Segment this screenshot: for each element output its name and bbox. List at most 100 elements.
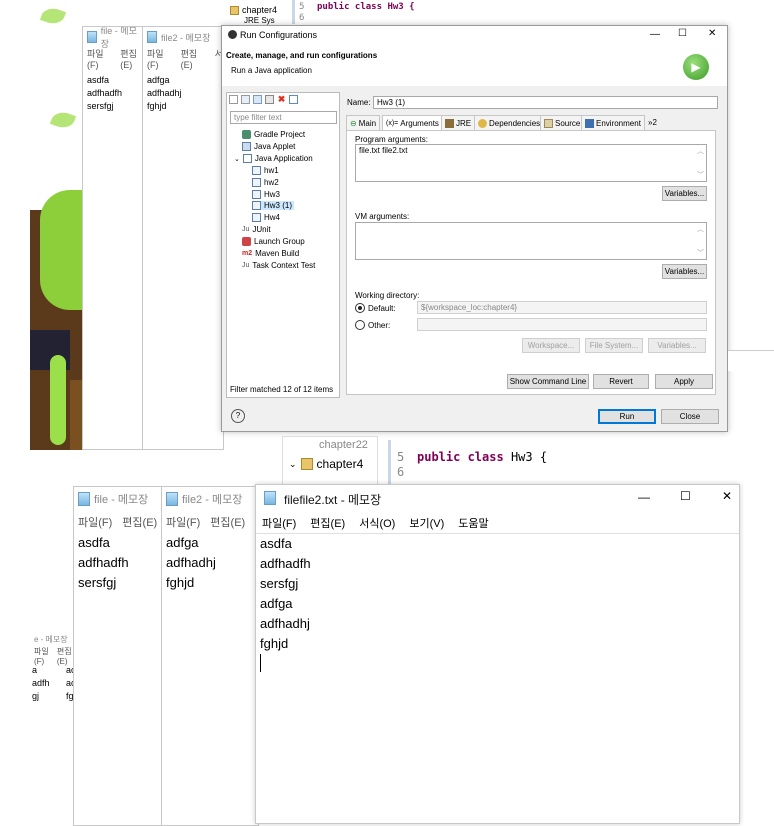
directory-variables-button[interactable]: Variables... [648, 338, 706, 353]
tab-overflow[interactable]: »2 [645, 115, 660, 130]
tree-item-hw4[interactable]: Hw4 [252, 213, 280, 222]
tree-item-maven-build[interactable]: m2 Maven Build [242, 249, 299, 258]
editor-top[interactable]: 5 public class Hw3 { 6 [292, 0, 745, 24]
tab-arguments[interactable]: (x)= Arguments [382, 115, 443, 131]
notepad-file-window-2[interactable]: file - 메모장 파일(F) 편집(E) asdfa adfhadfh se… [73, 486, 167, 826]
tree-toolbar: ✖ [229, 95, 298, 104]
tree-item-gradle-project[interactable]: Gradle Project [242, 130, 305, 139]
notepad-titlebar[interactable]: file2 - 메모장 [162, 487, 258, 511]
notepad-text-area[interactable]: adfga adfhadhj fghjd [162, 533, 258, 593]
tab-main[interactable]: ⊖ Main [346, 115, 381, 130]
notepad-filefile2-window[interactable]: filefile2.txt - 메모장 — ☐ ✕ 파일(F) 편집(E) 서식… [255, 484, 740, 824]
close-window-button[interactable]: ✕ [708, 28, 716, 39]
notepad-text-area[interactable]: asdfa adfhadfh sersfgj [74, 533, 166, 593]
program-arguments-input[interactable]: file.txt file2.txt ︿ ﹀ [355, 144, 707, 182]
maximize-button[interactable]: ☐ [680, 489, 691, 503]
tab-dependencies[interactable]: Dependencies [474, 115, 545, 130]
menu-file[interactable]: 파일(F) [166, 514, 200, 530]
tab-jre[interactable]: JRE [441, 115, 476, 130]
menu-edit[interactable]: 편집(E) [210, 514, 245, 530]
notepad-file2-window-2[interactable]: file2 - 메모장 파일(F) 편집(E) adfga adfhadhj f… [161, 486, 259, 826]
line-number: 5 [299, 2, 305, 12]
name-label: Name: [347, 98, 371, 107]
collapse-all-icon[interactable] [289, 95, 298, 104]
menu-edit[interactable]: 편집(E) [122, 514, 157, 530]
notepad-text-area[interactable]: asdfa adfhadfh sersfgj [83, 70, 144, 117]
menu-file[interactable]: 파일(F) [147, 47, 171, 70]
menu-file[interactable]: 파일(F) [262, 515, 296, 531]
filter-input[interactable]: type filter text [230, 111, 337, 124]
chevron-down-icon[interactable]: ⌄ [289, 459, 297, 470]
dialog-titlebar[interactable]: Run Configurations — ☐ ✕ [222, 26, 727, 44]
notepad-titlebar[interactable]: file - 메모장 [74, 487, 166, 511]
close-button[interactable]: Close [661, 409, 719, 424]
variables-button[interactable]: Variables... [662, 186, 707, 201]
notepad-file2-window[interactable]: file2 - 메모장 파일(F) 편집(E) 서 adfga adfhadhj… [142, 26, 224, 450]
tree-item-task-context-test[interactable]: Ju Task Context Test [242, 261, 315, 270]
chevron-down-icon[interactable]: ⌄ [234, 155, 240, 163]
notepad-text-area[interactable]: adfga adfhadhj fghjd [143, 70, 223, 117]
project-label[interactable]: chapter4 [242, 5, 277, 15]
run-button[interactable]: Run [598, 409, 656, 424]
project-label[interactable]: chapter4 [317, 457, 364, 471]
help-icon[interactable]: ? [231, 409, 245, 423]
notepad-text-area[interactable]: asdfa adfhadfh sersfgj adfga adfhadhj fg… [256, 533, 739, 823]
minimize-button[interactable]: — [650, 29, 660, 40]
scroll-up-icon[interactable]: ︿ [697, 146, 704, 156]
notepad-fragment-window[interactable]: e - 메모장 파일(F) 편집(E) a adfh gj ac ac fg [30, 632, 76, 822]
menu-view[interactable]: 보기(V) [409, 515, 444, 531]
notepad-titlebar[interactable]: file2 - 메모장 [143, 27, 223, 47]
menu-edit[interactable]: 편집(E) [181, 47, 205, 70]
notepad-titlebar[interactable]: filefile2.txt - 메모장 — ☐ ✕ [256, 485, 739, 511]
editor-bottom[interactable]: 5 public class Hw3 { 6 [388, 440, 741, 484]
task-test-icon: Ju [242, 262, 250, 269]
menu-file[interactable]: 파일(F) [87, 47, 110, 70]
notepad-file-window[interactable]: file - 메모장 파일(F) 편집(E) asdfa adfhadfh se… [82, 26, 145, 450]
name-input[interactable]: Hw3 (1) [373, 96, 718, 109]
tree-item-junit[interactable]: Ju JUnit [242, 225, 271, 234]
vm-variables-button[interactable]: Variables... [662, 264, 707, 279]
scroll-up-icon[interactable]: ︿ [697, 224, 704, 234]
menu-help[interactable]: 도움말 [458, 515, 488, 531]
menu-format[interactable]: 서식(O) [359, 515, 395, 531]
duplicate-icon[interactable] [265, 95, 274, 104]
tree-item-java-application[interactable]: ⌄ Java Application [234, 154, 313, 163]
new-config-icon[interactable] [229, 95, 238, 104]
menu-file[interactable]: 파일(F) [34, 646, 53, 666]
scroll-down-icon[interactable]: ﹀ [697, 170, 704, 180]
run-configurations-dialog[interactable]: Run Configurations — ☐ ✕ Create, manage,… [221, 25, 728, 432]
tab-label: Environment [596, 118, 641, 128]
workspace-button[interactable]: Workspace... [522, 338, 580, 353]
revert-button[interactable]: Revert [593, 374, 649, 389]
java-class-icon [252, 213, 261, 222]
configuration-tree-pane[interactable]: ✖ type filter text Gradle Project Java A… [226, 92, 340, 398]
tab-environment[interactable]: Environment [581, 115, 645, 130]
file-system-button[interactable]: File System... [585, 338, 643, 353]
tree-item-hw1[interactable]: hw1 [252, 166, 279, 175]
notepad-titlebar[interactable]: file - 메모장 [83, 27, 144, 49]
apply-button[interactable]: Apply [655, 374, 713, 389]
default-radio[interactable]: Default: [355, 303, 396, 313]
minimize-button[interactable]: — [638, 490, 650, 504]
tab-label: JRE [456, 118, 472, 128]
menu-edit[interactable]: 편집(E) [120, 47, 144, 70]
tab-source[interactable]: Source [540, 115, 585, 130]
menu-edit[interactable]: 편집(E) [310, 515, 345, 531]
maximize-button[interactable]: ☐ [678, 28, 687, 39]
tree-item-launch-group[interactable]: Launch Group [242, 237, 305, 246]
other-radio[interactable]: Other: [355, 320, 390, 330]
menu-file[interactable]: 파일(F) [78, 514, 112, 530]
tree-item-hw2[interactable]: hw2 [252, 178, 279, 187]
tree-item-hw3-1-selected[interactable]: Hw3 (1) [252, 201, 295, 210]
export-icon[interactable] [253, 95, 262, 104]
new-prototype-icon[interactable] [241, 95, 250, 104]
close-window-button[interactable]: ✕ [722, 489, 732, 503]
show-command-line-button[interactable]: Show Command Line [507, 374, 589, 389]
run-icon: ▶ [683, 54, 709, 80]
vm-arguments-input[interactable]: ︿ ﹀ [355, 222, 707, 260]
tree-item-hw3[interactable]: Hw3 [252, 190, 280, 199]
scroll-down-icon[interactable]: ﹀ [697, 248, 704, 258]
jre-label[interactable]: JRE Sys [244, 16, 275, 25]
delete-icon[interactable]: ✖ [277, 95, 286, 104]
tree-item-java-applet[interactable]: Java Applet [242, 142, 295, 151]
